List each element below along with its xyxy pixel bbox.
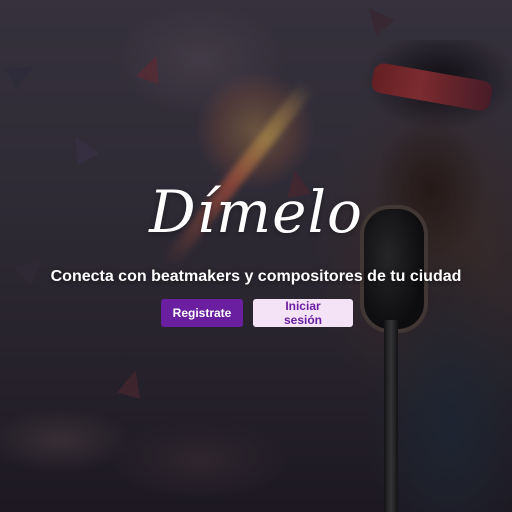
brand-logo: Dímelo <box>149 178 363 246</box>
hero-actions: Registrate Iniciar sesión <box>0 299 512 327</box>
hero-content: Dímelo Conecta con beatmakers y composit… <box>0 0 512 512</box>
login-button[interactable]: Iniciar sesión <box>253 299 353 327</box>
hero-section: Dímelo Conecta con beatmakers y composit… <box>0 0 512 512</box>
hero-tagline: Conecta con beatmakers y compositores de… <box>50 268 462 285</box>
register-button[interactable]: Registrate <box>161 299 243 327</box>
